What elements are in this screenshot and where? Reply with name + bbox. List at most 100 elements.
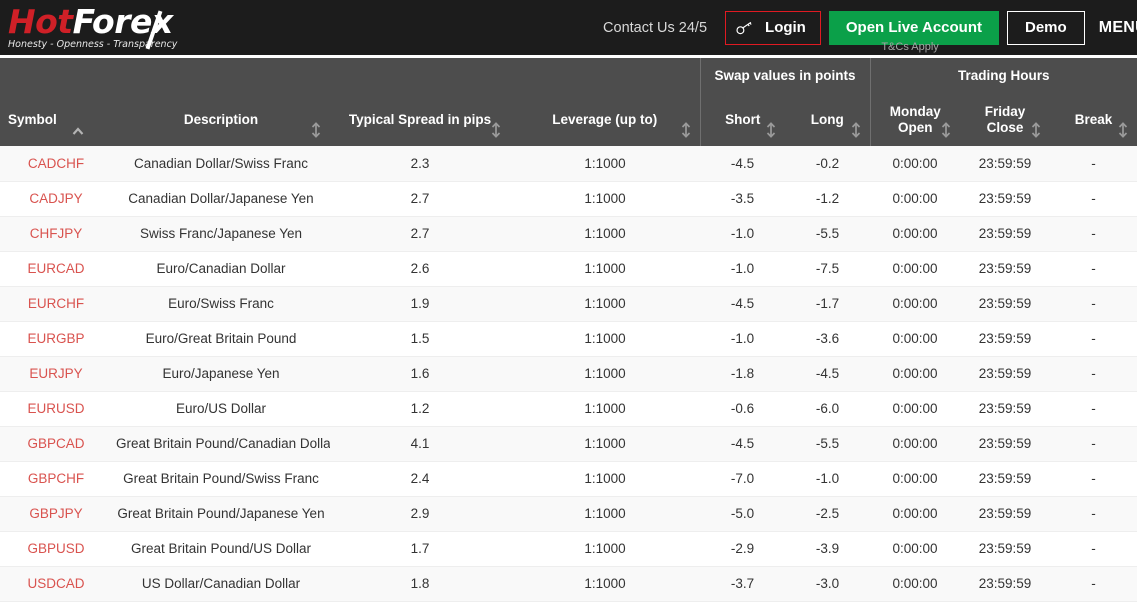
cell-break: - [1050, 531, 1137, 567]
cell-long: -3.6 [785, 321, 871, 357]
cell-short: -1.8 [700, 356, 785, 392]
cell-friday-close: 23:59:59 [960, 286, 1051, 322]
cell-leverage: 1:1000 [510, 356, 700, 392]
login-label: Login [765, 19, 806, 36]
cell-leverage: 1:1000 [510, 216, 700, 252]
cell-symbol[interactable]: CADCHF [0, 146, 112, 182]
sort-both-icon[interactable] [765, 122, 777, 138]
cell-break: - [1050, 356, 1137, 392]
cell-spread: 2.7 [330, 181, 510, 217]
cell-spread: 1.5 [330, 321, 510, 357]
table-row: GBPCAD Great Britain Pound/Canadian Dolla… [0, 426, 1137, 462]
cell-short: -2.9 [700, 531, 785, 567]
symbol-link[interactable]: EURUSD [27, 401, 84, 416]
cell-leverage: 1:1000 [510, 181, 700, 217]
cell-monday-open: 0:00:00 [870, 216, 961, 252]
column-header-break[interactable]: Break [1050, 94, 1137, 146]
cell-long: -1.2 [785, 181, 871, 217]
hotforex-logo[interactable]: HotForex Honesty - Openness - Transparen… [8, 4, 177, 52]
cell-symbol[interactable]: GBPCHF [0, 461, 112, 497]
cell-monday-open: 0:00:00 [870, 531, 961, 567]
table-row: CADCHF Canadian Dollar/Swiss Franc 2.3 1:10… [0, 146, 1137, 182]
cell-long: -0.2 [785, 146, 871, 182]
symbol-link[interactable]: CADJPY [29, 191, 82, 206]
cell-symbol[interactable]: EURJPY [0, 356, 112, 392]
cell-friday-close: 23:59:59 [960, 531, 1051, 567]
cell-spread: 1.8 [330, 566, 510, 602]
cell-symbol[interactable]: CADJPY [0, 181, 112, 217]
cell-friday-close: 23:59:59 [960, 461, 1051, 497]
column-header-friday-close[interactable]: Friday Close [960, 94, 1051, 146]
terms-and-conditions-note: T&Cs Apply [881, 41, 939, 53]
symbol-link[interactable]: CADCHF [28, 156, 84, 171]
sort-both-icon[interactable] [680, 122, 692, 138]
column-header-swap-long[interactable]: Long [785, 94, 871, 146]
sort-both-icon[interactable] [850, 122, 862, 138]
cell-break: - [1050, 321, 1137, 357]
cell-description: Canadian Dollar/Swiss Franc [112, 146, 330, 182]
cell-symbol[interactable]: USDCAD [0, 566, 112, 602]
symbol-link[interactable]: USDCAD [27, 576, 84, 591]
table-row: GBPCHF Great Britain Pound/Swiss Franc 2.4… [0, 461, 1137, 497]
cell-symbol[interactable]: EURCAD [0, 251, 112, 287]
cell-symbol[interactable]: EURUSD [0, 391, 112, 427]
cell-spread: 2.6 [330, 251, 510, 287]
cell-break: - [1050, 391, 1137, 427]
cell-friday-close: 23:59:59 [960, 216, 1051, 252]
cell-friday-close: 23:59:59 [960, 496, 1051, 532]
symbol-link[interactable]: GBPCHF [28, 471, 84, 486]
column-header-typical-spread[interactable]: Typical Spread in pips [330, 94, 510, 146]
group-blank-leverage [510, 58, 701, 94]
table-row: EURUSD Euro/US Dollar 1.2 1:1000 -0.6 -6.0 0:0… [0, 391, 1137, 427]
cell-symbol[interactable]: EURCHF [0, 286, 112, 322]
column-header-symbol[interactable]: Symbol [0, 94, 112, 146]
cell-symbol[interactable]: GBPCAD [0, 426, 112, 462]
demo-button[interactable]: Demo [1007, 10, 1085, 45]
symbol-link[interactable]: EURCHF [28, 296, 84, 311]
cell-leverage: 1:1000 [510, 531, 700, 567]
cell-short: -3.5 [700, 181, 785, 217]
cell-long: -6.0 [785, 391, 871, 427]
login-button[interactable]: Login [725, 10, 821, 45]
cell-friday-close: 23:59:59 [960, 321, 1051, 357]
cell-spread: 2.3 [330, 146, 510, 182]
column-header-swap-short[interactable]: Short [699, 94, 785, 146]
cell-description: Great Britain Pound/Japanese Yen [112, 496, 330, 532]
sort-both-icon[interactable] [310, 122, 322, 138]
symbol-link[interactable]: EURCAD [27, 261, 84, 276]
cell-leverage: 1:1000 [510, 461, 700, 497]
sort-both-icon[interactable] [940, 122, 952, 138]
sort-both-icon[interactable] [1117, 122, 1129, 138]
open-live-account-button[interactable]: Open Live Account [828, 10, 999, 45]
cell-description: Euro/Japanese Yen [112, 356, 330, 392]
cell-symbol[interactable]: CHFJPY [0, 216, 112, 252]
column-header-leverage[interactable]: Leverage (up to) [510, 94, 701, 146]
menu-button[interactable]: MENU [1099, 19, 1137, 37]
symbol-link[interactable]: GBPCAD [27, 436, 84, 451]
cell-short: -0.6 [700, 391, 785, 427]
cell-symbol[interactable]: GBPJPY [0, 496, 112, 532]
symbol-link[interactable]: EURGBP [27, 331, 84, 346]
cell-symbol[interactable]: EURGBP [0, 321, 112, 357]
column-header-typical-spread-label: Typical Spread in pips [348, 112, 492, 128]
sort-ascending-icon[interactable] [72, 124, 84, 140]
symbol-link[interactable]: CHFJPY [30, 226, 83, 241]
symbol-link[interactable]: GBPUSD [27, 541, 84, 556]
cell-spread: 1.9 [330, 286, 510, 322]
cell-long: -3.0 [785, 566, 871, 602]
cell-break: - [1050, 251, 1137, 287]
cell-short: -4.5 [700, 146, 785, 182]
symbol-link[interactable]: EURJPY [29, 366, 82, 381]
cell-spread: 1.7 [330, 531, 510, 567]
cell-break: - [1050, 181, 1137, 217]
column-header-monday-open[interactable]: Monday Open [870, 94, 961, 146]
cell-spread: 2.7 [330, 216, 510, 252]
column-header-description[interactable]: Description [112, 94, 330, 146]
column-header-leverage-label: Leverage (up to) [552, 112, 658, 128]
symbol-link[interactable]: GBPJPY [29, 506, 82, 521]
sort-both-icon[interactable] [1030, 122, 1042, 138]
contact-us-link[interactable]: Contact Us 24/5 [603, 20, 707, 36]
sort-both-icon[interactable] [490, 122, 502, 138]
cell-symbol[interactable]: GBPUSD [0, 531, 112, 567]
cell-friday-close: 23:59:59 [960, 566, 1051, 602]
